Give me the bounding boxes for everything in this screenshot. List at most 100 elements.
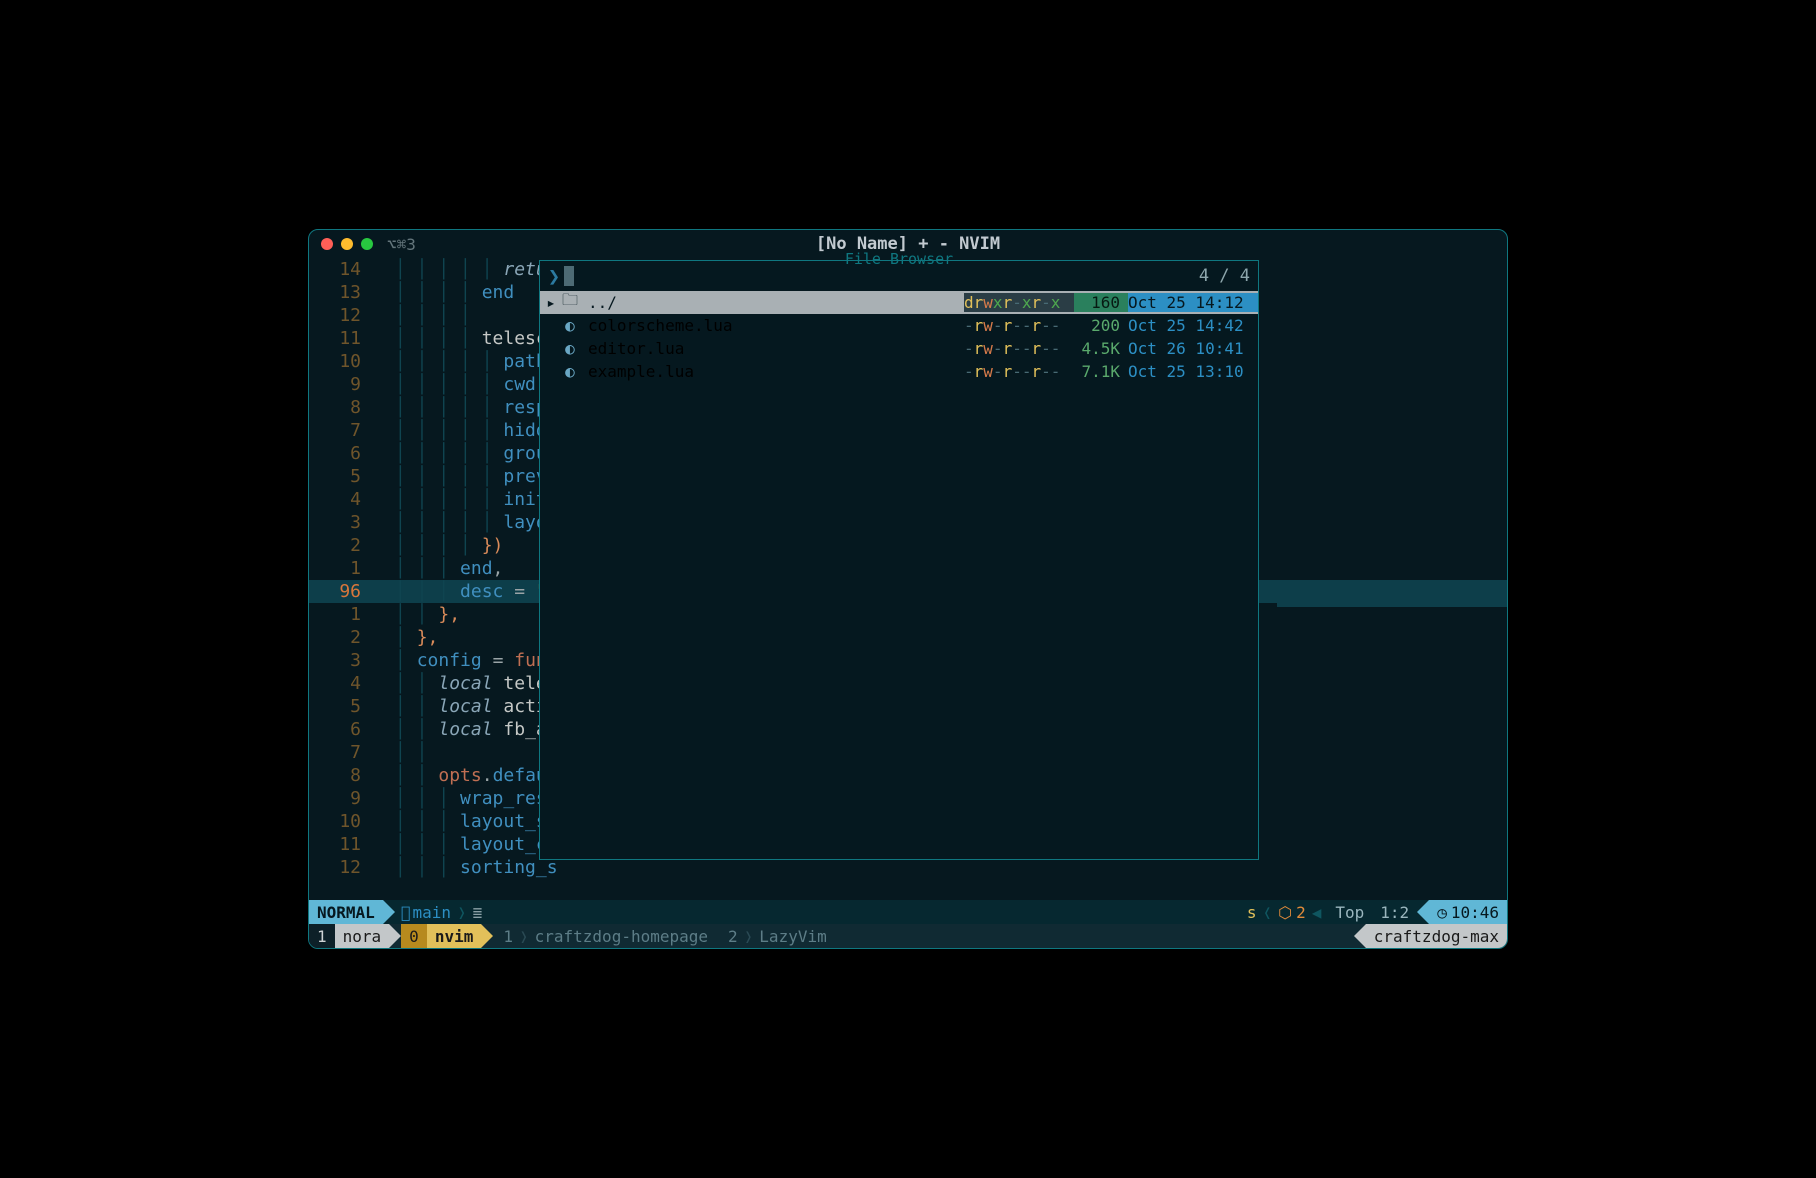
line-number: 10: [309, 811, 371, 832]
indent-guides: │ │ │: [395, 857, 460, 878]
lua-file-icon: ◐: [558, 362, 582, 381]
file-row[interactable]: ◐example.lua-rw-r--r--7.1KOct 25 13:10: [540, 360, 1258, 383]
line-number: 6: [309, 443, 371, 464]
line-number: 9: [309, 788, 371, 809]
line-number: 1: [309, 558, 371, 579]
file-permissions: -rw-r--r--: [964, 362, 1074, 381]
indent-guides: │ │ │: [395, 811, 460, 832]
lua-file-icon: ◐: [558, 316, 582, 335]
terminal-window: ⌥⌘3 [No Name] + - NVIM 14 │ │ │ │ │ retu…: [308, 229, 1508, 949]
line-number: 6: [309, 719, 371, 740]
code-text: end,: [460, 558, 503, 579]
tmux-window-name: LazyVim: [759, 927, 826, 946]
tmux-hostname: craftzdog-max: [1366, 924, 1507, 948]
indent-guides: │ │ │: [395, 581, 460, 602]
line-number: 5: [309, 696, 371, 717]
file-name: ../: [582, 293, 964, 312]
separator-thin-icon: ❭: [519, 927, 529, 946]
file-row[interactable]: ◐colorscheme.lua-rw-r--r--200Oct 25 14:4…: [540, 314, 1258, 337]
code-text: },: [417, 627, 439, 648]
indent-guides: │ │ │: [395, 834, 460, 855]
tmux-window-index: 2: [728, 927, 738, 946]
line-number: 3: [309, 512, 371, 533]
separator-thin-icon: ❭: [451, 903, 473, 922]
package-count: 2: [1296, 903, 1306, 922]
tmux-window-index: 1: [503, 927, 513, 946]
line-number: 96: [309, 581, 371, 602]
selection-caret-icon: ▸: [544, 293, 558, 312]
tmux-statusbar: 1 nora 0 nvim 1❭craftzdog-homepage2❭Lazy…: [309, 924, 1507, 948]
tmux-window[interactable]: 2 ❭ LazyVim: [718, 927, 837, 946]
file-permissions: -rw-r--r--: [964, 339, 1074, 358]
line-number: 8: [309, 765, 371, 786]
indent-guides: │ │: [395, 696, 438, 717]
file-permissions: drwxr-xr-x: [964, 293, 1074, 312]
separator-thin-icon: ❭: [744, 927, 754, 946]
indent-guides: │ │: [395, 673, 438, 694]
separator-thin-left-icon: ❬: [1260, 903, 1274, 922]
code-text: },: [438, 604, 460, 625]
line-number: 12: [309, 857, 371, 878]
file-size: 4.5K: [1074, 339, 1128, 358]
indent-guides: │: [395, 650, 417, 671]
file-size: 160: [1074, 293, 1128, 312]
indent-guides: │ │ │ │: [395, 328, 482, 349]
indent-guides: │ │ │ │ │: [395, 443, 503, 464]
mode-indicator: NORMAL: [309, 900, 383, 924]
file-list[interactable]: ▸🗀../drwxr-xr-x160Oct 25 14:12 ◐colorsch…: [540, 291, 1258, 383]
tmux-active-window-index[interactable]: 0: [401, 924, 427, 948]
line-number: 9: [309, 374, 371, 395]
file-name: editor.lua: [582, 339, 964, 358]
indent-guides: │ │ │: [395, 558, 460, 579]
line-number: 4: [309, 673, 371, 694]
separator-icon: [1354, 924, 1366, 948]
clock-icon: ◷: [1437, 903, 1447, 922]
line-number: 7: [309, 742, 371, 763]
code-text: }): [482, 535, 504, 556]
tmux-session-index[interactable]: 1: [309, 924, 335, 948]
git-branch-icon: : [395, 903, 411, 922]
tmux-session-name[interactable]: nora: [335, 924, 390, 948]
lines-icon: ≣: [473, 903, 483, 922]
line-number: 11: [309, 328, 371, 349]
indent-guides: │ │: [395, 742, 438, 763]
indent-guides: │: [395, 627, 417, 648]
separator-icon: [389, 924, 401, 948]
file-row-directory[interactable]: ▸🗀../drwxr-xr-x160Oct 25 14:12: [540, 291, 1258, 314]
text-cursor[interactable]: [564, 266, 574, 286]
line-number: 4: [309, 489, 371, 510]
indent-guides: │ │ │ │ │: [395, 489, 503, 510]
separator-solid-left-icon: ◀: [1306, 903, 1328, 922]
tmux-window[interactable]: 1❭craftzdog-homepage: [493, 927, 718, 946]
indent-guides: │ │ │ │ │: [395, 397, 503, 418]
file-name: colorscheme.lua: [582, 316, 964, 335]
line-number: 2: [309, 535, 371, 556]
code-text: sorting_s: [460, 857, 558, 878]
indent-guides: │ │ │ │ │: [395, 374, 503, 395]
indent-guides: │ │ │ │ │: [395, 420, 503, 441]
cursor-line-highlight-right: [1277, 584, 1507, 607]
file-size: 7.1K: [1074, 362, 1128, 381]
file-row[interactable]: ◐editor.lua-rw-r--r--4.5KOct 26 10:41: [540, 337, 1258, 360]
separator-icon: [383, 900, 395, 924]
cursor-position: 1:2: [1372, 903, 1417, 922]
line-number: 14: [309, 259, 371, 280]
line-number: 2: [309, 627, 371, 648]
result-counter: 4 / 4: [1199, 266, 1250, 286]
git-branch-name: main: [410, 903, 451, 922]
line-number: 1: [309, 604, 371, 625]
saved-indicator: s: [1247, 903, 1261, 922]
indent-guides: │ │: [395, 719, 438, 740]
statusline: NORMAL  main ❭ ≣ s ❬ ⬡ 2 ◀ Top 1:2 ◷ 10…: [309, 900, 1507, 924]
indent-guides: │ │ │ │ │: [395, 512, 503, 533]
indent-guides: │ │ │ │ │: [395, 466, 503, 487]
line-number: 3: [309, 650, 371, 671]
tmux-active-window-name[interactable]: nvim: [427, 924, 482, 948]
file-date: Oct 25 14:42: [1128, 316, 1258, 335]
package-icon: ⬡: [1274, 903, 1296, 922]
file-name: example.lua: [582, 362, 964, 381]
indent-guides: │ │ │ │ │: [395, 351, 503, 372]
indent-guides: │ │ │: [395, 788, 460, 809]
file-size: 200: [1074, 316, 1128, 335]
file-browser-panel[interactable]: File Browser ❯ 4 / 4 ▸🗀../drwxr-xr-x160O…: [539, 260, 1259, 860]
